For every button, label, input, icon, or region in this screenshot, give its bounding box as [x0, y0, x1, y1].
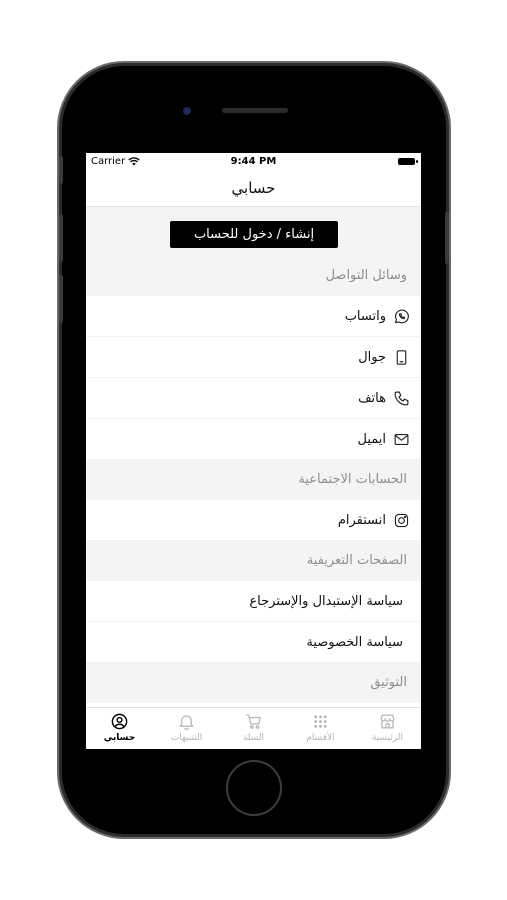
mail-icon	[392, 430, 410, 448]
instagram-icon	[392, 511, 410, 529]
section-header-social: الحسابات الاجتماعية	[86, 460, 421, 500]
section-header-contact: وسائل التواصل	[86, 256, 421, 296]
app-screen: Carrier 9:44 PM حسابي إنشاء / دخول للحسا…	[86, 153, 421, 749]
section-header-pages: الصفحات التعريفية	[86, 541, 421, 581]
contact-item-whatsapp[interactable]: واتساب	[86, 296, 421, 337]
page-title: حسابي	[86, 171, 421, 207]
power-button	[445, 212, 449, 264]
contact-item-email[interactable]: ايميل	[86, 419, 421, 460]
store-icon	[380, 714, 395, 729]
mobile-icon	[392, 348, 410, 366]
page-item-return-policy[interactable]: سياسة الإستبدال والإسترجاع	[86, 581, 421, 622]
tab-categories[interactable]: الأقسام	[287, 708, 354, 749]
contact-item-label: ايميل	[357, 431, 386, 447]
tab-label: الرئيسية	[372, 733, 403, 743]
tab-cart[interactable]: السلة	[220, 708, 287, 749]
bell-icon	[179, 715, 194, 730]
social-item-label: انستقرام	[337, 512, 386, 528]
tab-label: حسابي	[103, 733, 136, 743]
home-button[interactable]	[226, 760, 282, 816]
social-item-instagram[interactable]: انستقرام	[86, 500, 421, 541]
page-item-label: سياسة الخصوصية	[306, 634, 403, 650]
tab-label: السلة	[242, 733, 265, 743]
tab-account[interactable]: حسابي	[86, 708, 153, 749]
tab-notifications[interactable]: التنبيهات	[153, 708, 220, 749]
tab-bar: حسابي التنبيهات السلة الأقسام الرئيسية	[86, 707, 421, 749]
contact-item-label: هاتف	[358, 390, 386, 406]
whatsapp-icon	[392, 307, 410, 325]
contact-item-label: جوال	[358, 349, 386, 365]
user-icon	[111, 713, 128, 730]
earpiece-speaker	[222, 108, 288, 113]
tab-label: الأقسام	[306, 733, 335, 743]
contact-item-phone[interactable]: هاتف	[86, 378, 421, 419]
login-row: إنشاء / دخول للحساب	[86, 207, 421, 256]
mute-switch	[59, 156, 63, 184]
cart-icon	[246, 714, 261, 729]
tab-label: التنبيهات	[170, 733, 203, 743]
section-header-verification: التوثيق	[86, 663, 421, 703]
contact-item-label: واتساب	[344, 308, 386, 324]
page-item-label: سياسة الإستبدال والإسترجاع	[249, 593, 403, 609]
status-bar: Carrier 9:44 PM	[86, 153, 421, 171]
login-register-button[interactable]: إنشاء / دخول للحساب	[170, 221, 338, 248]
contact-item-mobile[interactable]: جوال	[86, 337, 421, 378]
status-time: 9:44 PM	[230, 156, 277, 167]
battery-icon	[398, 158, 418, 165]
page-item-privacy-policy[interactable]: سياسة الخصوصية	[86, 622, 421, 663]
front-camera	[183, 107, 191, 115]
volume-down-button	[59, 275, 63, 323]
tab-home[interactable]: الرئيسية	[354, 708, 421, 749]
grid-icon	[314, 715, 327, 728]
account-content: إنشاء / دخول للحساب وسائل التواصل واتساب…	[86, 207, 421, 703]
phone-icon	[392, 389, 410, 407]
volume-up-button	[59, 214, 63, 262]
